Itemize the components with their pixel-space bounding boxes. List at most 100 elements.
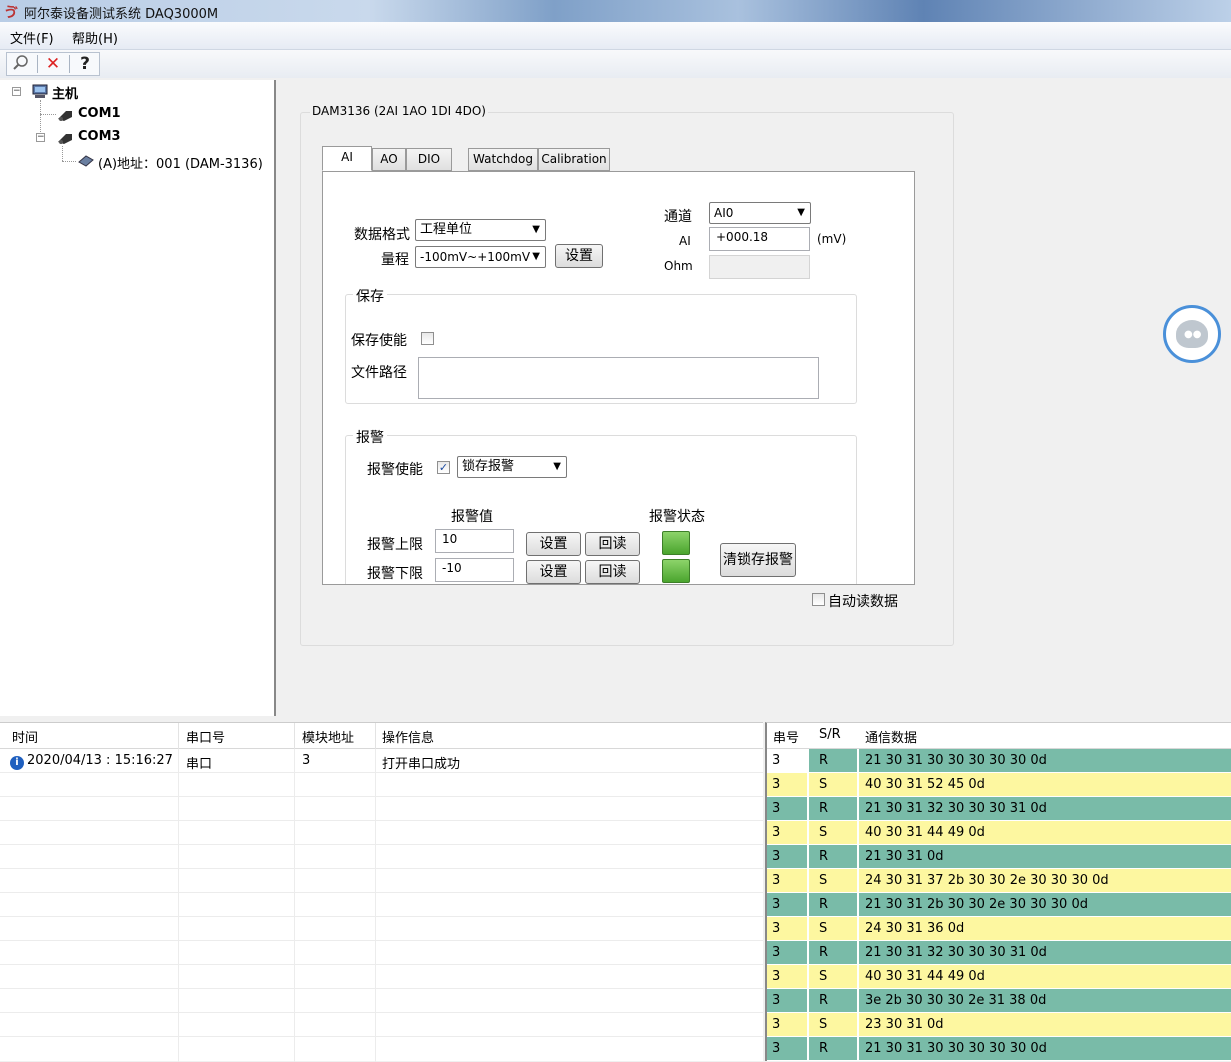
auto-read-checkbox[interactable] xyxy=(812,593,825,606)
alarm-low-status-led xyxy=(662,559,690,583)
data-format-select[interactable]: 工程单位 ▼ xyxy=(415,219,546,241)
comm-row[interactable]: 3 R 21 30 31 0d xyxy=(767,845,1231,869)
assistant-avatar[interactable]: ●● xyxy=(1163,305,1221,363)
comm-data: 21 30 31 2b 30 30 2e 30 30 30 0d xyxy=(859,893,1231,916)
help-icon: ? xyxy=(80,54,90,74)
range-set-button[interactable]: 设置 xyxy=(555,244,603,268)
computer-icon xyxy=(32,84,48,98)
alarm-low-field[interactable]: -10 xyxy=(435,558,514,582)
delete-button[interactable]: ✕ xyxy=(41,54,65,74)
collapse-toggle[interactable]: − xyxy=(36,133,45,142)
chevron-down-icon: ▼ xyxy=(797,207,805,218)
tree-item-device[interactable]: (A)地址：001 (DAM-3136) xyxy=(98,153,263,172)
alarm-low-readback-button[interactable]: 回读 xyxy=(585,560,640,584)
menu-file[interactable]: 文件(F) xyxy=(10,28,54,47)
column-separator xyxy=(178,723,179,749)
comm-row[interactable]: 3 S 23 30 31 0d xyxy=(767,1013,1231,1037)
chevron-down-icon: ▼ xyxy=(553,461,561,472)
table-row xyxy=(0,773,763,797)
tab-dio[interactable]: DIO xyxy=(406,148,452,171)
table-row xyxy=(0,797,763,821)
data-format-value: 工程单位 xyxy=(420,222,473,237)
channel-value: AI0 xyxy=(714,206,734,220)
toolbar-group: ✕ ? xyxy=(6,52,100,76)
comm-sr: R xyxy=(809,749,858,772)
comm-row[interactable]: 3 R 21 30 31 32 30 30 30 31 0d xyxy=(767,941,1231,965)
comm-sr: R xyxy=(809,893,858,916)
search-button[interactable] xyxy=(9,54,33,74)
alarm-mode-value: 锁存报警 xyxy=(462,459,515,474)
comm-row[interactable]: 3 R 3e 2b 30 30 30 2e 31 38 0d xyxy=(767,989,1231,1013)
comm-data: 21 30 31 30 30 30 30 30 0d xyxy=(859,1037,1231,1060)
log-header-address: 模块地址 xyxy=(302,731,355,746)
column-separator xyxy=(294,723,295,749)
log-time-cell: i 2020/04/13 : 15:16:27 xyxy=(10,753,173,770)
alarm-high-field[interactable]: 10 xyxy=(435,529,514,553)
log-header-port: 串口号 xyxy=(186,731,226,746)
comm-sr: R xyxy=(809,941,858,964)
alarm-status-header: 报警状态 xyxy=(649,509,705,525)
tab-calibration[interactable]: Calibration xyxy=(538,148,610,171)
comm-data: 40 30 31 52 45 0d xyxy=(859,773,1231,796)
tree-root-host[interactable]: 主机 xyxy=(52,83,78,102)
comm-row[interactable]: 3 S 40 30 31 44 49 0d xyxy=(767,821,1231,845)
table-row[interactable]: i 2020/04/13 : 15:16:27 串口 3 打开串口成功 xyxy=(0,749,763,773)
table-row xyxy=(0,1013,763,1037)
range-value: -100mV~+100mV xyxy=(420,250,531,264)
comm-header-data: 通信数据 xyxy=(865,731,918,746)
alarm-high-readback-button[interactable]: 回读 xyxy=(585,532,640,556)
window-title: 阿尔泰设备测试系统 DAQ3000M xyxy=(24,7,219,22)
log-time: 2020/04/13 : 15:16:27 xyxy=(27,753,173,768)
alarm-mode-select[interactable]: 锁存报警 ▼ xyxy=(457,456,567,478)
comm-row[interactable]: 3 S 40 30 31 44 49 0d xyxy=(767,965,1231,989)
comm-no: 3 xyxy=(767,1037,808,1060)
toolbar-separator xyxy=(37,55,38,73)
log-port: 串口 xyxy=(186,757,213,772)
tree-line xyxy=(62,161,76,162)
menu-bar: 文件(F) 帮助(H) xyxy=(0,22,1231,50)
file-path-field[interactable] xyxy=(418,357,819,399)
serial-port-icon xyxy=(58,111,72,121)
help-button[interactable]: ? xyxy=(73,54,97,74)
comm-row[interactable]: 3 S 24 30 31 37 2b 30 30 2e 30 30 30 0d xyxy=(767,869,1231,893)
tab-watchdog[interactable]: Watchdog xyxy=(468,148,538,171)
range-label: 量程 xyxy=(381,252,409,268)
comm-row[interactable]: 3 R 21 30 31 30 30 30 30 30 0d xyxy=(767,1037,1231,1061)
alarm-low-set-button[interactable]: 设置 xyxy=(526,560,581,584)
alarm-enable-label: 报警使能 xyxy=(367,462,423,478)
range-select[interactable]: -100mV~+100mV ▼ xyxy=(415,246,546,268)
ohm-label: Ohm xyxy=(664,259,693,273)
clear-latch-alarm-button[interactable]: 清锁存报警 xyxy=(720,543,796,577)
tab-ai[interactable]: AI xyxy=(322,146,372,171)
operation-log: 时间 串口号 模块地址 操作信息 i 2020/04/13 : 15:16:27 … xyxy=(0,722,763,1062)
comm-row[interactable]: 3 R 21 30 31 32 30 30 30 31 0d xyxy=(767,797,1231,821)
comm-row[interactable]: 3 S 24 30 31 36 0d xyxy=(767,917,1231,941)
comm-sr: S xyxy=(809,821,858,844)
alarm-high-set-button[interactable]: 设置 xyxy=(526,532,581,556)
comm-row[interactable]: 3 S 40 30 31 52 45 0d xyxy=(767,773,1231,797)
tree-item-com3[interactable]: COM3 xyxy=(78,129,121,144)
ai-tab-panel: 数据格式 工程单位 ▼ 量程 -100mV~+100mV ▼ 设置 通道 AI0… xyxy=(322,171,915,585)
comm-header-sr: S/R xyxy=(819,727,841,742)
comm-data: 21 30 31 0d xyxy=(859,845,1231,868)
comm-row[interactable]: 3 R 21 30 31 2b 30 30 2e 30 30 30 0d xyxy=(767,893,1231,917)
channel-select[interactable]: AI0 ▼ xyxy=(709,202,811,224)
tree-item-com1[interactable]: COM1 xyxy=(78,106,121,121)
comm-no: 3 xyxy=(767,773,808,796)
alarm-value-header: 报警值 xyxy=(451,509,493,525)
comm-header-no: 串号 xyxy=(773,731,800,746)
table-row xyxy=(0,893,763,917)
comm-sr: R xyxy=(809,845,858,868)
comm-row[interactable]: 3 R 21 30 31 30 30 30 30 30 0d xyxy=(767,749,1231,773)
menu-help[interactable]: 帮助(H) xyxy=(72,28,118,47)
alarm-enable-checkbox[interactable]: ✓ xyxy=(437,461,450,474)
comm-no: 3 xyxy=(767,821,808,844)
collapse-toggle[interactable]: − xyxy=(12,87,21,96)
auto-read-label: 自动读数据 xyxy=(828,594,898,610)
comm-no: 3 xyxy=(767,893,808,916)
tab-ao[interactable]: AO xyxy=(372,148,406,171)
table-row xyxy=(0,941,763,965)
device-title: DAM3136 (2AI 1AO 1DI 4DO) xyxy=(310,104,488,118)
alarm-group-title: 报警 xyxy=(353,427,387,447)
save-enable-checkbox[interactable] xyxy=(421,332,434,345)
